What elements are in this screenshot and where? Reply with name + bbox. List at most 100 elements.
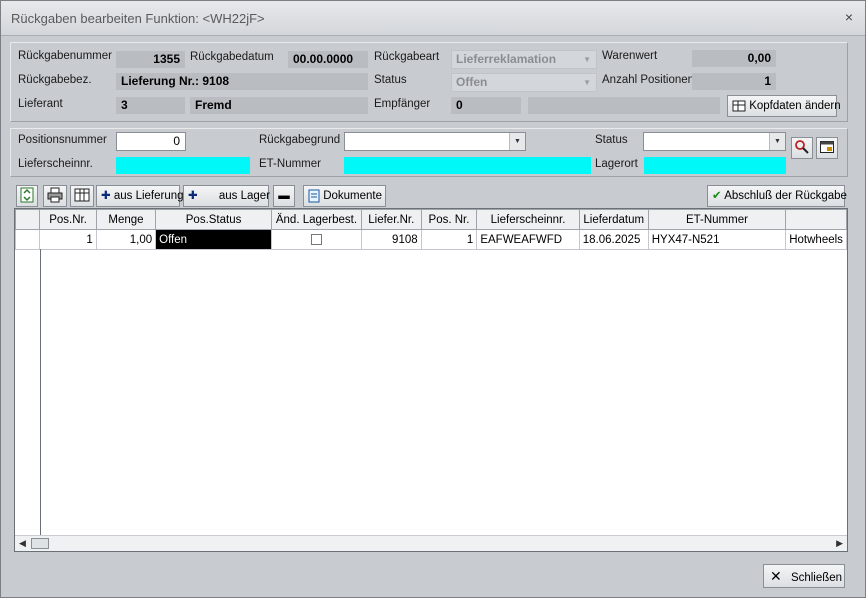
anzahl-value: 1 xyxy=(692,73,776,90)
dokumente-label: Dokumente xyxy=(323,190,383,202)
empfaenger-label: Empfänger xyxy=(374,98,431,110)
kopfdaten-aendern-button[interactable]: Kopfdaten ändern xyxy=(727,95,841,117)
column-header[interactable]: Pos.Nr. xyxy=(39,209,97,230)
column-header[interactable] xyxy=(785,209,847,230)
minus-icon: ▬ xyxy=(278,190,290,202)
column-header[interactable]: Lieferdatum xyxy=(578,209,649,230)
row-indicator-header xyxy=(15,209,41,230)
empfaenger-name xyxy=(528,97,720,114)
plus-icon: ✚ xyxy=(101,190,111,202)
rueckgabeart-label: Rückgabeart xyxy=(374,51,440,63)
warenwert-value: 0,00 xyxy=(692,50,776,67)
position-status-label: Status xyxy=(595,134,628,146)
rueckgabegrund-label: Rückgabegrund xyxy=(259,134,341,146)
anzahl-label: Anzahl Positionen xyxy=(602,74,695,86)
plus-icon: ✚ xyxy=(188,190,198,202)
aus-lieferung-label: aus Lieferung xyxy=(113,190,184,202)
document-icon xyxy=(308,189,320,203)
lieferant-nr: 3 xyxy=(116,97,185,114)
aus-lieferung-button[interactable]: ✚ aus Lieferung xyxy=(96,185,184,207)
rueckgabenummer-value: 1355 xyxy=(116,51,185,68)
cell-liefer-nr[interactable]: 9108 xyxy=(360,229,422,250)
rueckgabeart-select: Lieferreklamation ▼ xyxy=(451,50,597,69)
search-button[interactable] xyxy=(791,137,813,159)
checkbox-icon[interactable] xyxy=(310,233,322,245)
status-select: Offen ▼ xyxy=(451,73,597,92)
dropdown-arrow-icon: ▼ xyxy=(583,78,591,87)
rueckgabedatum-label: Rückgabedatum xyxy=(190,51,274,63)
scroll-thumb[interactable] xyxy=(31,538,49,549)
table-header-row: Pos.Nr. Menge Pos.Status Änd. Lagerbest.… xyxy=(15,209,847,230)
aus-lager-label: aus Lager xyxy=(218,190,270,202)
rueckgabebez-label: Rückgabebez. xyxy=(18,74,92,86)
status-value: Offen xyxy=(456,75,488,89)
edit-table-icon xyxy=(732,100,746,112)
dropdown-arrow-icon: ▼ xyxy=(583,55,591,64)
column-header[interactable]: Liefer.Nr. xyxy=(360,209,422,230)
cell-pos-nr[interactable]: 1 xyxy=(39,229,97,250)
column-header[interactable]: Menge xyxy=(95,209,157,230)
rueckgabebez-value: Lieferung Nr.: 9108 xyxy=(116,73,368,90)
window-icon xyxy=(820,141,834,153)
lieferant-label: Lieferant xyxy=(18,98,63,110)
cell-lieferdatum[interactable]: 18.06.2025 xyxy=(578,229,649,250)
rueckgabeart-value: Lieferreklamation xyxy=(456,52,557,66)
refresh-button[interactable] xyxy=(16,185,38,207)
cell-extra[interactable]: Hotwheels xyxy=(785,229,847,250)
cell-pos-nr2[interactable]: 1 xyxy=(420,229,478,250)
close-icon: ✕ xyxy=(770,568,782,584)
column-header[interactable]: Pos. Nr. xyxy=(420,209,478,230)
checkmark-icon: ✔ xyxy=(712,190,722,202)
positions-grid: Pos.Nr. Menge Pos.Status Änd. Lagerbest.… xyxy=(15,209,847,250)
abschluss-button[interactable]: ✔ Abschluß der Rückgabe xyxy=(707,185,847,207)
positionsnummer-label: Positionsnummer xyxy=(18,134,107,146)
refresh-icon xyxy=(20,187,34,203)
lieferscheinnr-label: Lieferscheinnr. xyxy=(18,158,93,170)
dropdown-arrow-icon[interactable]: ▼ xyxy=(509,133,525,150)
details-button[interactable] xyxy=(816,137,838,159)
cell-lieferscheinnr[interactable]: EAFWEAFWFD xyxy=(476,229,580,250)
positions-table[interactable]: Pos.Nr. Menge Pos.Status Änd. Lagerbest.… xyxy=(14,208,848,552)
lagerort-label: Lagerort xyxy=(595,158,638,170)
lieferant-name: Fremd xyxy=(190,97,368,114)
status-label: Status xyxy=(374,74,407,86)
table-settings-button[interactable] xyxy=(70,185,94,207)
row-indicator[interactable] xyxy=(15,229,41,250)
column-header[interactable]: Änd. Lagerbest. xyxy=(271,209,362,230)
et-nummer-label: ET-Nummer xyxy=(259,158,321,170)
kopfdaten-label: Kopfdaten ändern xyxy=(749,100,841,112)
dialog-window: Rückgaben bearbeiten Funktion: <WH22jF> … xyxy=(0,0,866,598)
position-status-select[interactable]: ▼ xyxy=(643,132,786,151)
lagerort-input[interactable] xyxy=(644,157,786,174)
et-nummer-input[interactable] xyxy=(344,157,591,174)
close-icon[interactable]: × xyxy=(845,9,853,25)
schliessen-button[interactable]: ✕ Schließen xyxy=(763,564,845,588)
abschluss-label: Abschluß der Rückgabe xyxy=(724,190,847,202)
scroll-right-icon[interactable]: ▶ xyxy=(836,538,843,549)
magnifier-icon xyxy=(795,140,809,154)
horizontal-scrollbar[interactable]: ◀ ▶ xyxy=(15,535,847,551)
cell-aend-lagerbest[interactable] xyxy=(271,229,362,250)
printer-icon xyxy=(47,187,63,203)
empfaenger-nr: 0 xyxy=(451,97,521,114)
positionsnummer-input[interactable]: 0 xyxy=(116,132,186,151)
column-header[interactable]: Lieferscheinnr. xyxy=(476,209,580,230)
warenwert-label: Warenwert xyxy=(602,50,658,62)
row-indicator-divider xyxy=(40,249,41,543)
cell-pos-status[interactable]: Offen xyxy=(155,229,272,250)
dropdown-arrow-icon[interactable]: ▼ xyxy=(769,133,785,150)
rueckgabegrund-select[interactable]: ▼ xyxy=(344,132,526,151)
column-header[interactable]: Pos.Status xyxy=(155,209,272,230)
scroll-left-icon[interactable]: ◀ xyxy=(19,538,26,549)
remove-button[interactable]: ▬ xyxy=(273,185,295,207)
print-button[interactable] xyxy=(43,185,67,207)
cell-menge[interactable]: 1,00 xyxy=(95,229,157,250)
table-row[interactable]: 1 1,00 Offen 9108 1 EAFWEAFWFD 18.06.202… xyxy=(15,229,847,250)
dokumente-button[interactable]: Dokumente xyxy=(303,185,386,207)
rueckgabedatum-value: 00.00.0000 xyxy=(288,51,368,68)
lieferscheinnr-input[interactable] xyxy=(116,157,250,174)
column-header[interactable]: ET-Nummer xyxy=(647,209,787,230)
aus-lager-button[interactable]: ✚ aus Lager xyxy=(183,185,270,207)
rueckgabenummer-label: Rückgabenummer xyxy=(18,50,112,62)
cell-et-nummer[interactable]: HYX47-N521 xyxy=(647,229,787,250)
